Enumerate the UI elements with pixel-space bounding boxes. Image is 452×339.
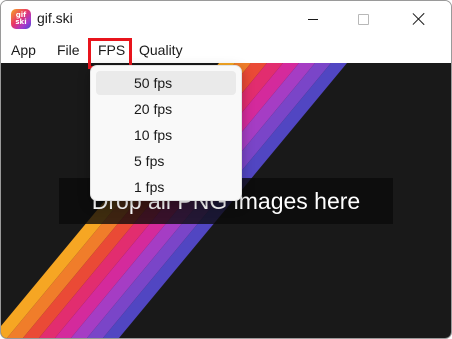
maximize-icon bbox=[357, 13, 369, 25]
fps-option-label: 50 fps bbox=[134, 75, 173, 91]
close-icon bbox=[413, 13, 425, 25]
maximize-button[interactable] bbox=[340, 1, 386, 37]
app-window: gifski gif.ski App File FPS Quality Drop… bbox=[0, 0, 452, 339]
menu-quality[interactable]: Quality bbox=[139, 42, 183, 58]
gifski-app-icon: gif ski bbox=[11, 9, 31, 29]
fps-option-20[interactable]: 20 fps bbox=[96, 97, 236, 121]
fps-option-1[interactable]: 1 fps bbox=[96, 175, 236, 199]
minimize-icon bbox=[308, 18, 318, 20]
fps-option-10[interactable]: 10 fps bbox=[96, 123, 236, 147]
fps-option-label: 1 fps bbox=[134, 179, 165, 195]
window-title: gif.ski bbox=[37, 10, 73, 26]
fps-option-label: 20 fps bbox=[134, 101, 173, 117]
fps-option-label: 10 fps bbox=[134, 127, 173, 143]
menu-file[interactable]: File bbox=[57, 42, 80, 58]
fps-dropdown-menu: 50 fps 20 fps 10 fps 5 fps 1 fps bbox=[90, 65, 242, 201]
minimize-button[interactable] bbox=[290, 1, 336, 37]
menu-bar: App File FPS Quality bbox=[1, 37, 451, 63]
close-button[interactable] bbox=[396, 1, 442, 37]
menu-app[interactable]: App bbox=[11, 42, 36, 58]
fps-option-50[interactable]: 50 fps bbox=[96, 71, 236, 95]
title-bar[interactable]: gif ski gif.ski bbox=[1, 1, 451, 37]
fps-option-label: 5 fps bbox=[134, 153, 165, 169]
fps-option-5[interactable]: 5 fps bbox=[96, 149, 236, 173]
